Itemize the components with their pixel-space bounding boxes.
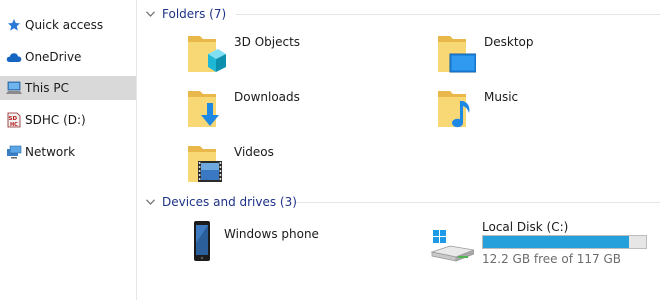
svg-text:HC: HC	[10, 122, 18, 128]
folder-3d-objects[interactable]: 3D Objects	[186, 32, 300, 76]
folder-name: 3D Objects	[234, 35, 301, 49]
videos-folder-icon	[186, 142, 226, 186]
downloads-folder-icon	[186, 87, 226, 131]
network-icon	[6, 144, 22, 160]
star-icon	[6, 17, 22, 33]
folder-name: Desktop	[484, 35, 534, 49]
drive-name: Local Disk (C:)	[482, 220, 569, 234]
content-pane: Folders (7) 3D Objects Desktop Downloads…	[138, 0, 660, 300]
phone-icon	[190, 219, 220, 263]
chevron-down-icon	[146, 11, 156, 17]
navigation-pane: Quick access OneDrive This PC SD HC SDHC …	[0, 0, 137, 300]
group-header-label: Folders (7)	[162, 7, 227, 21]
folder-videos[interactable]: Videos	[186, 142, 274, 186]
group-header-label: Devices and drives (3)	[162, 195, 297, 209]
folder-downloads[interactable]: Downloads	[186, 87, 300, 131]
cloud-icon	[6, 49, 22, 65]
drive-local-disk-c[interactable]: Local Disk (C:) 12.2 GB free of 117 GB	[430, 220, 660, 270]
folder-name: Videos	[234, 145, 274, 159]
sidebar-item-label: OneDrive	[25, 50, 82, 64]
sidebar-item-quick-access[interactable]: Quick access	[0, 13, 136, 37]
folder-name: Downloads	[234, 90, 300, 104]
drive-usage-fill	[483, 236, 630, 248]
chevron-down-icon	[146, 199, 156, 205]
device-name: Windows phone	[224, 227, 319, 241]
sidebar-item-label: SDHC (D:)	[25, 113, 86, 127]
sidebar-item-label: Quick access	[25, 18, 104, 32]
group-divider	[236, 14, 660, 15]
folder-name: Music	[484, 90, 519, 104]
group-divider	[296, 202, 660, 203]
sidebar-item-onedrive[interactable]: OneDrive	[0, 45, 136, 69]
sidebar-item-sdhc[interactable]: SD HC SDHC (D:)	[0, 108, 136, 132]
sidebar-item-network[interactable]: Network	[0, 140, 136, 164]
music-folder-icon	[436, 87, 476, 131]
drive-usage-bar	[482, 235, 647, 249]
folder-music[interactable]: Music	[436, 87, 518, 131]
devices-group-header[interactable]: Devices and drives (3)	[146, 193, 660, 211]
desktop-folder-icon	[436, 32, 477, 76]
device-windows-phone[interactable]: Windows phone	[190, 219, 319, 263]
sidebar-item-this-pc[interactable]: This PC	[0, 76, 136, 100]
3d-objects-folder-icon	[186, 32, 226, 76]
sidebar-item-label: This PC	[25, 81, 69, 95]
sd-card-icon: SD HC	[6, 112, 22, 128]
folder-desktop[interactable]: Desktop	[436, 32, 534, 76]
sidebar-item-label: Network	[25, 145, 76, 159]
windows-drive-icon	[430, 220, 476, 264]
computer-icon	[6, 80, 22, 96]
drive-free-space: 12.2 GB free of 117 GB	[482, 252, 621, 266]
folders-group-header[interactable]: Folders (7)	[146, 5, 660, 23]
